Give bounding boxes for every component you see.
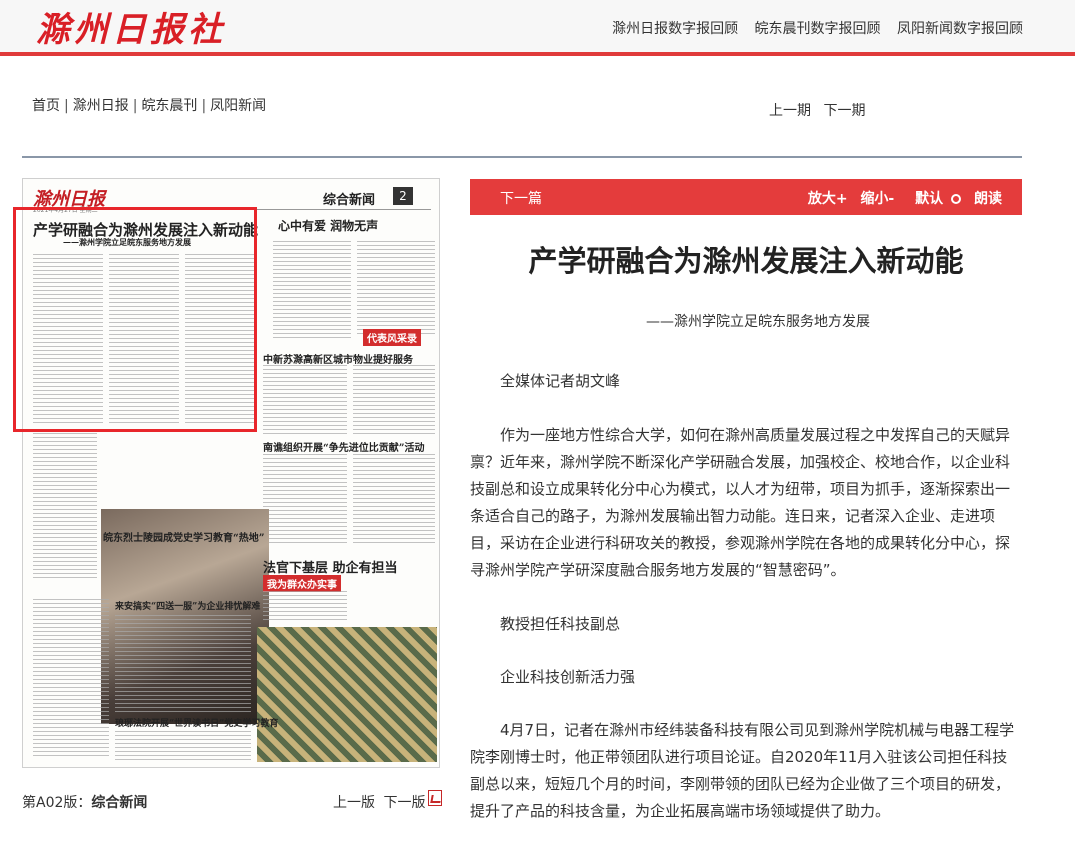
- nav-divider: [22, 156, 1022, 158]
- prev-page-link[interactable]: 上一版: [333, 795, 375, 811]
- prev-issue-link[interactable]: 上一期: [769, 103, 811, 119]
- paper-text-block: [273, 241, 351, 341]
- nav-wandong-morning[interactable]: 皖东晨刊: [141, 98, 197, 114]
- page-label-name: 综合新闻: [91, 795, 148, 811]
- paper-tag: 我为群众办实事: [263, 575, 341, 592]
- paper-page-number: 2: [393, 187, 413, 205]
- period-nav: 上一期 下一期: [769, 100, 873, 120]
- page-nav: 上一版 下一版: [333, 792, 429, 812]
- paper-headline[interactable]: 南谯组织开展“争先进位比贡献”活动: [263, 439, 425, 454]
- article-title: 产学研融合为滁州发展注入新动能: [528, 244, 964, 278]
- paper-photo: [257, 627, 437, 762]
- paper-headline[interactable]: 中新苏滁高新区城市物业提好服务: [263, 351, 413, 366]
- paper-text-block: [115, 615, 251, 715]
- link-chuzhou-archive[interactable]: 滁州日报数字报回顾: [612, 21, 738, 37]
- zoom-in-button[interactable]: 放大+: [808, 191, 848, 207]
- nav-separator: |: [201, 98, 207, 114]
- nav-chuzhou-daily[interactable]: 滁州日报: [73, 98, 129, 114]
- article-paragraph: 4月7日，记者在滁州市经纬装备科技有限公司见到滁州学院机械与电器工程学院李刚博士…: [470, 721, 1015, 820]
- default-size-button[interactable]: 默认: [907, 191, 962, 207]
- article-body: 全媒体记者胡文峰 作为一座地方性综合大学，如何在滁州高质量发展过程之中发挥自己的…: [470, 368, 1022, 852]
- article-subtitle: ——滁州学院立足皖东服务地方发展: [646, 314, 870, 330]
- next-issue-link[interactable]: 下一期: [823, 103, 865, 119]
- nav-separator: |: [132, 98, 138, 114]
- paper-headline[interactable]: 法官下基层 助企有担当: [263, 557, 398, 576]
- article-subheading: 教授担任科技副总: [500, 615, 621, 633]
- link-wandong-archive[interactable]: 皖东晨刊数字报回顾: [755, 21, 881, 37]
- default-size-label: 默认: [915, 191, 944, 207]
- nav-fengyang-news[interactable]: 凤阳新闻: [210, 98, 266, 114]
- paper-text-block: [33, 429, 97, 579]
- read-aloud-button[interactable]: 朗读: [974, 191, 1002, 207]
- paper-text-block: [115, 731, 251, 761]
- paper-text-block: [353, 454, 435, 544]
- article-byline: 全媒体记者胡文峰: [500, 372, 621, 390]
- paper-headline[interactable]: 皖东烈士陵园成党史学习教育“热地”: [103, 529, 265, 544]
- radio-dot-icon: [951, 194, 962, 204]
- nav-separator: |: [64, 98, 69, 114]
- article-paragraph: 作为一座地方性综合大学，如何在滁州高质量发展过程之中发挥自己的天赋异禀？近年来，…: [470, 426, 1011, 579]
- pdf-icon[interactable]: [428, 790, 442, 806]
- article-tools: 放大+ 缩小- 默认 朗读: [800, 188, 1002, 208]
- paper-text-block: [263, 591, 347, 621]
- paper-headline[interactable]: 来安搞实“四送一服”为企业排忧解难: [115, 599, 260, 612]
- site-logo[interactable]: 滁州日报社: [36, 2, 226, 51]
- next-page-link[interactable]: 下一版: [383, 795, 425, 811]
- article-subheading: 企业科技创新活力强: [500, 668, 636, 686]
- selected-article-highlight[interactable]: [13, 207, 257, 432]
- paper-text-block: [353, 365, 435, 435]
- paper-text-block: [263, 454, 347, 544]
- paper-text-block: [33, 599, 109, 759]
- link-fengyang-archive[interactable]: 凤阳新闻数字报回顾: [897, 21, 1023, 37]
- paper-section-title: 综合新闻: [323, 193, 376, 208]
- site-header: 滁州日报社 滁州日报数字报回顾 皖东晨刊数字报回顾 凤阳新闻数字报回顾: [0, 0, 1075, 56]
- top-links: 滁州日报数字报回顾 皖东晨刊数字报回顾 凤阳新闻数字报回顾: [600, 18, 1023, 38]
- paper-headline[interactable]: 心中有爱 润物无声: [278, 217, 378, 234]
- article-toolbar: 下一篇 放大+ 缩小- 默认 朗读: [470, 179, 1022, 215]
- next-article-link[interactable]: 下一篇: [500, 188, 542, 208]
- paper-text-block: [357, 241, 435, 336]
- breadcrumb-nav: 首页 | 滁州日报 | 皖东晨刊 | 凤阳新闻: [32, 95, 266, 115]
- paper-text-block: [263, 365, 347, 435]
- page-label-prefix: 第A02版：: [22, 795, 92, 811]
- zoom-out-button[interactable]: 缩小-: [860, 191, 894, 207]
- page-label: 第A02版：综合新闻: [22, 792, 147, 812]
- header-divider: [0, 52, 1075, 56]
- paper-headline[interactable]: 琅琊法院开展“世界读书日”党史学习教育: [115, 716, 278, 729]
- paper-tag: 代表风采录: [363, 329, 421, 346]
- nav-home[interactable]: 首页: [32, 98, 60, 114]
